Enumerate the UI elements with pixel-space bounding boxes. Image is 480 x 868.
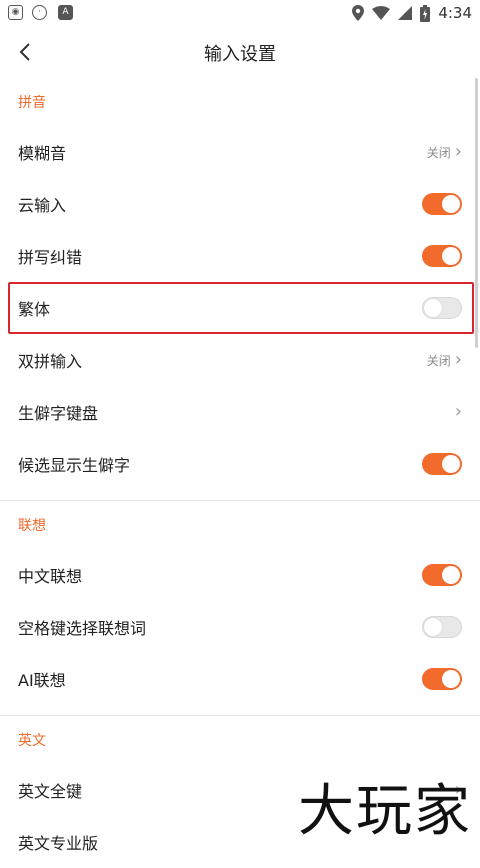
watermark: 大玩家 [298, 779, 472, 844]
section-title-english: 英文 [18, 733, 46, 749]
setting-label: 中文联想 [18, 567, 83, 586]
baidu-icon: ◉ [8, 5, 23, 20]
status-time: 4:34 [438, 4, 472, 22]
space-select-association-toggle[interactable] [422, 616, 462, 638]
pet-icon: · [32, 5, 47, 20]
spell-correction-toggle[interactable] [422, 245, 462, 267]
chevron-right-icon: › [454, 401, 462, 422]
ai-association-toggle[interactable] [422, 668, 462, 690]
cloud-input-toggle[interactable] [422, 193, 462, 215]
setting-label: 繁体 [18, 300, 51, 319]
setting-show-rare-chars: 候选显示生僻字 [0, 438, 480, 490]
setting-value: 关闭 [426, 145, 451, 160]
highlight-box [8, 282, 474, 334]
chinese-association-toggle[interactable] [422, 564, 462, 586]
setting-value-group: 关闭 › [427, 351, 462, 369]
setting-label: 生僻字键盘 [18, 404, 99, 423]
setting-label: 云输入 [18, 196, 67, 215]
setting-rare-char-keyboard[interactable]: 生僻字键盘 › [0, 386, 480, 438]
setting-label: AI联想 [18, 671, 66, 690]
setting-traditional: 繁体 [0, 282, 480, 334]
chevron-right-icon: › [454, 349, 462, 370]
setting-double-pinyin[interactable]: 双拼输入 关闭 › [0, 334, 480, 386]
signal-icon [398, 6, 413, 20]
a-icon: A [58, 5, 73, 20]
setting-value-group: 关闭 › [427, 143, 462, 161]
settings-list: 拼音 模糊音 关闭 › 云输入 拼写纠错 繁体 双拼输入 关闭 › 生僻字键盘 … [0, 78, 480, 868]
app-bar: 输入设置 [0, 26, 480, 78]
setting-label: 模糊音 [18, 144, 67, 163]
setting-label: 英文专业版 [18, 834, 99, 853]
location-icon [352, 5, 365, 21]
setting-value-group: › [455, 403, 462, 421]
setting-label: 空格键选择联想词 [18, 619, 147, 638]
page-title: 输入设置 [204, 44, 276, 65]
setting-label: 候选显示生僻字 [18, 456, 131, 475]
setting-chinese-association: 中文联想 [0, 549, 480, 601]
status-bar: ◉ · A 4:34 [0, 0, 480, 26]
setting-cloud-input: 云输入 [0, 178, 480, 230]
wifi-icon [372, 6, 391, 20]
setting-ai-association: AI联想 [0, 653, 480, 705]
traditional-toggle[interactable] [422, 297, 462, 319]
setting-space-select-association: 空格键选择联想词 [0, 601, 480, 653]
chevron-right-icon: › [454, 141, 462, 162]
show-rare-chars-toggle[interactable] [422, 453, 462, 475]
section-title-association: 联想 [18, 518, 46, 534]
setting-label: 拼写纠错 [18, 248, 83, 267]
section-title-pinyin: 拼音 [18, 95, 46, 111]
setting-spell-correction: 拼写纠错 [0, 230, 480, 282]
setting-value: 关闭 [426, 353, 451, 368]
setting-label: 英文全键 [18, 782, 83, 801]
setting-label: 双拼输入 [18, 352, 83, 371]
battery-icon [420, 4, 431, 22]
setting-fuzzy-pinyin[interactable]: 模糊音 关闭 › [0, 126, 480, 178]
status-right: 4:34 [352, 3, 472, 23]
